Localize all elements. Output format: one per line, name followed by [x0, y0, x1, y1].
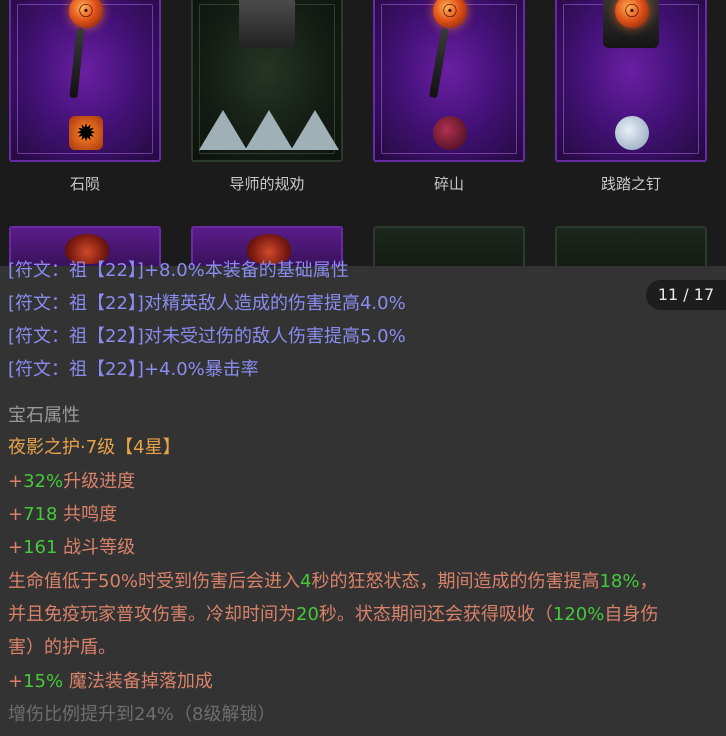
desc-text: 秒。状态期间还会获得吸收（ [318, 604, 553, 625]
dark-orb-gem-icon [433, 116, 467, 150]
desc-text: 生命值低于50%时受到伤害后会进入 [8, 571, 301, 592]
staff-icon [428, 27, 450, 99]
gem-name: 夜影之护·7级【4星】 [8, 437, 181, 458]
page-indicator: 11 / 17 [646, 280, 726, 310]
plus-sign: + [8, 671, 24, 692]
stat-label: 升级进度 [63, 471, 136, 492]
stat-label: 魔法装备掉落加成 [63, 671, 213, 692]
item-card-shatter-mountain[interactable]: ☉ [373, 0, 525, 162]
plus-sign: + [8, 471, 24, 492]
rune-orb-icon: ☉ [69, 0, 103, 28]
item-grid: ☉ ✹ 石陨 导师的规劝 ☉ 碎山 ☉ 践踏之钉 [0, 0, 726, 286]
plus-sign: + [8, 504, 24, 525]
boots-icon [239, 0, 295, 48]
gem-stat-row: +32%升级进度 [8, 470, 135, 494]
stat-value: 161 [23, 537, 58, 558]
item-name: 碎山 [433, 175, 464, 193]
stat-value: 718 [23, 504, 58, 525]
item-card-mentor-advice[interactable] [191, 0, 343, 162]
gem-description-line: 生命值低于50%时受到伤害后会进入4秒的狂怒状态，期间造成的伤害提高18%， [8, 570, 657, 594]
staff-icon [69, 27, 85, 99]
item-name: 践踏之钉 [600, 175, 661, 193]
gem-bonus-row: +15% 魔法装备掉落加成 [8, 670, 213, 694]
gem-stat-row: +161 战斗等级 [8, 536, 135, 560]
section-title: 宝石属性 [8, 405, 80, 426]
crystal-icon [199, 110, 247, 150]
desc-text: ， [639, 571, 658, 592]
desc-text: 自身伤 [604, 604, 659, 625]
locked-upgrade-note: 增伤比例提升到24%（8级解锁） [8, 704, 276, 725]
gem-stat-row: +718 共鸣度 [8, 503, 117, 527]
desc-value: 120% [552, 604, 605, 625]
rune-orb-icon: ☉ [433, 0, 467, 28]
rune-line: [符文：祖【22】]+4.0%暴击率 [8, 359, 259, 380]
rune-line: [符文：祖【22】]+8.0%本装备的基础属性 [8, 260, 349, 281]
rune-line: [符文：祖【22】]对未受过伤的敌人伤害提高5.0% [8, 326, 406, 347]
gem-description-line: 害）的护盾。 [8, 637, 116, 658]
crystal-icon [245, 110, 293, 150]
desc-value: 4 [300, 571, 312, 592]
item-card-trample-spike[interactable]: ☉ [555, 0, 707, 162]
fire-gem-icon: ✹ [69, 116, 103, 150]
item-name: 石陨 [69, 175, 100, 193]
desc-text: 并且免疫玩家普攻伤害。冷却时间为 [8, 604, 296, 625]
desc-value: 18% [599, 571, 640, 592]
crystal-icon [291, 110, 339, 150]
item-name: 导师的规劝 [229, 175, 305, 193]
stat-value: 32% [23, 471, 64, 492]
rune-line: [符文：祖【22】]对精英敌人造成的伤害提高4.0% [8, 293, 406, 314]
stat-label: 战斗等级 [57, 537, 136, 558]
desc-text: 秒的狂怒状态，期间造成的伤害提高 [311, 571, 600, 592]
stat-value: 15% [23, 671, 64, 692]
desc-value: 20 [296, 604, 319, 625]
item-card-stone-meteor[interactable]: ☉ ✹ [9, 0, 161, 162]
pearl-gem-icon [615, 116, 649, 150]
gem-description-line: 并且免疫玩家普攻伤害。冷却时间为20秒。状态期间还会获得吸收（120%自身伤 [8, 603, 658, 627]
stat-label: 共鸣度 [57, 504, 118, 525]
plus-sign: + [8, 537, 24, 558]
